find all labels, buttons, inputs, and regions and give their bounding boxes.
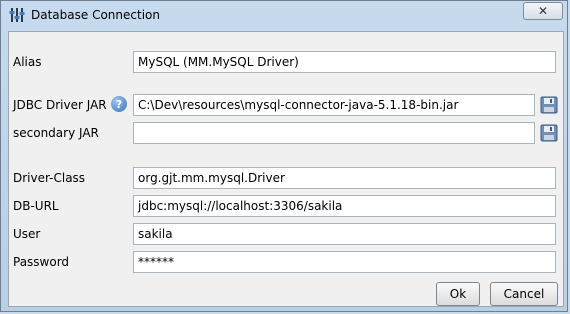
user-label: User (13, 227, 41, 241)
database-connection-dialog: Database Connection ✕ Alias MySQL (MM.My… (0, 0, 568, 312)
floppy-disk-icon[interactable] (540, 124, 558, 142)
driver-class-label: Driver-Class (13, 171, 86, 185)
secondary-jar-field[interactable] (133, 122, 535, 144)
alias-field[interactable]: MySQL (MM.MySQL Driver) (133, 51, 556, 73)
close-icon: ✕ (537, 4, 549, 18)
secondary-jar-label: secondary JAR (13, 126, 99, 140)
jdbc-driver-jar-field[interactable]: C:\Dev\resources\mysql-connector-java-5.… (133, 94, 535, 116)
database-connection-icon (9, 7, 25, 23)
close-button[interactable]: ✕ (523, 2, 563, 20)
cancel-button[interactable]: Cancel (490, 282, 558, 306)
help-icon[interactable]: ? (111, 96, 127, 112)
db-url-label: DB-URL (13, 199, 59, 213)
floppy-disk-icon[interactable] (540, 96, 558, 114)
password-label: Password (13, 255, 70, 269)
password-field[interactable]: ****** (133, 251, 556, 273)
alias-label: Alias (13, 55, 42, 69)
jdbc-driver-jar-label: JDBC Driver JAR (13, 98, 107, 112)
title-bar[interactable]: Database Connection ✕ (1, 1, 569, 31)
dialog-content: Alias MySQL (MM.MySQL Driver) JDBC Drive… (8, 31, 564, 307)
driver-class-field[interactable]: org.gjt.mm.mysql.Driver (133, 167, 556, 189)
window-title: Database Connection (31, 8, 160, 22)
user-field[interactable]: sakila (133, 223, 556, 245)
ok-button[interactable]: Ok (436, 282, 480, 306)
db-url-field[interactable]: jdbc:mysql://localhost:3306/sakila (133, 195, 556, 217)
